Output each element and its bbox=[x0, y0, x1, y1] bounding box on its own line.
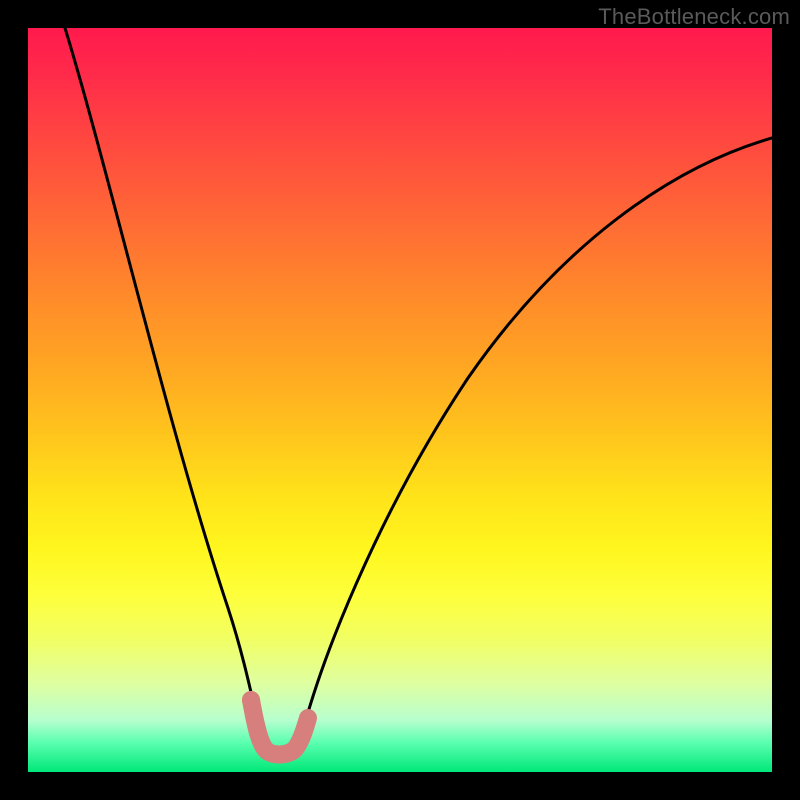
bottleneck-curve-svg bbox=[28, 28, 772, 772]
highlight-segment bbox=[251, 700, 308, 755]
watermark-text: TheBottleneck.com bbox=[598, 4, 790, 30]
bottleneck-curve bbox=[65, 28, 772, 754]
chart-plot-area bbox=[28, 28, 772, 772]
